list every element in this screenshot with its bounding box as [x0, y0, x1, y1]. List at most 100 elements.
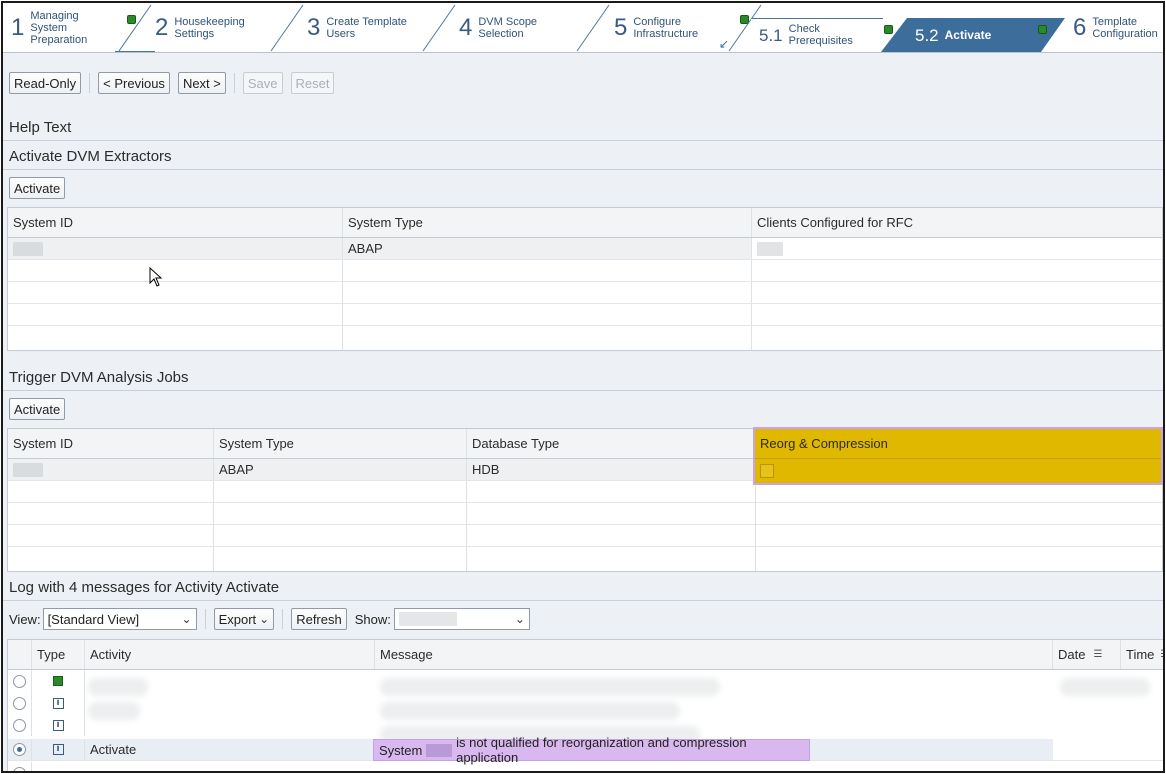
redacted-system-id	[426, 743, 453, 757]
row-selector[interactable]	[8, 714, 32, 736]
step-number: 1	[11, 13, 25, 41]
row-selector[interactable]	[8, 762, 32, 771]
step-label: Create Template Users	[326, 15, 407, 40]
type-cell: i	[32, 714, 85, 736]
step-label: Housekeeping Settings	[174, 15, 245, 40]
view-select[interactable]: [Standard View] ⌄	[42, 608, 197, 630]
column-header-system-id[interactable]: System ID	[8, 429, 214, 458]
column-header-message[interactable]: Message	[375, 640, 1053, 669]
column-header-system-type[interactable]: System Type	[343, 208, 752, 237]
step-number: 2	[155, 13, 169, 41]
activity-cell: Activate	[85, 739, 375, 760]
empty-cell	[343, 326, 752, 350]
date-label: Date	[1058, 647, 1086, 662]
row-selector[interactable]	[8, 692, 32, 714]
table-row[interactable]	[8, 525, 1162, 547]
column-header-activity[interactable]: Activity	[85, 640, 375, 669]
toolbar-separator	[282, 609, 284, 629]
table-row[interactable]	[8, 304, 1162, 326]
empty-cell	[8, 304, 343, 325]
row-radio[interactable]	[13, 718, 26, 732]
column-header-database-type[interactable]: Database Type	[467, 429, 756, 458]
blurred-datetime	[1060, 674, 1160, 714]
refresh-button[interactable]: Refresh	[291, 608, 347, 630]
extractors-table: System ID System Type Clients Configured…	[7, 207, 1163, 351]
show-select[interactable]: ⌄	[393, 608, 530, 630]
step-label: DVM Scope Selection	[478, 15, 538, 40]
step-number: 3	[307, 13, 321, 41]
message-highlight: System is not qualified for reorganizati…	[373, 735, 810, 765]
analysis-activate-button[interactable]: Activate	[9, 398, 66, 420]
row-radio[interactable]	[13, 696, 26, 710]
reset-button[interactable]: Reset	[290, 72, 335, 94]
type-cell: i	[32, 739, 85, 760]
info-icon: i	[52, 744, 64, 755]
redacted-value	[398, 612, 457, 626]
step-label: Activate	[944, 28, 992, 42]
view-select-value: [Standard View]	[47, 611, 140, 627]
table-row[interactable]	[8, 326, 1162, 350]
empty-cell	[8, 282, 343, 303]
column-header-reorg-compression[interactable]: Reorg & Compression	[755, 429, 1161, 459]
system-id-cell	[8, 238, 343, 259]
row-radio-selected[interactable]	[13, 743, 26, 756]
type-cell	[32, 670, 85, 692]
step-label: Template Configuration	[1092, 15, 1158, 40]
toolbar-separator	[233, 73, 235, 93]
row-radio[interactable]	[13, 766, 26, 771]
column-header-date[interactable]: Date ☰	[1053, 640, 1121, 669]
step-label: Managing System Preparation	[30, 9, 88, 46]
empty-cell	[214, 547, 467, 571]
message-suffix: is not qualified for reorganization and …	[456, 735, 747, 765]
roadmap: 1 Managing System Preparation 2 Housekee…	[3, 3, 1163, 53]
chevron-down-icon: ⌄	[514, 612, 525, 626]
column-header-system-id[interactable]: System ID	[8, 208, 343, 237]
section-divider	[3, 140, 1163, 141]
step-number: 6	[1073, 13, 1087, 41]
reorg-compression-highlight: Reorg & Compression	[753, 427, 1163, 485]
mouse-cursor-icon	[149, 266, 163, 290]
column-header-system-type[interactable]: System Type	[214, 429, 467, 458]
row-selector[interactable]	[8, 739, 32, 760]
analysis-title: Trigger DVM Analysis Jobs	[9, 369, 189, 386]
row-selector[interactable]	[8, 670, 32, 692]
save-button[interactable]: Save	[242, 72, 283, 94]
empty-cell	[343, 282, 752, 303]
extractors-activate-button[interactable]: Activate	[9, 177, 66, 199]
blurred-messages	[380, 674, 740, 744]
status-complete-icon	[1038, 25, 1047, 34]
help-text-title[interactable]: Help Text	[9, 119, 71, 136]
filter-icon[interactable]: ☰	[1160, 649, 1163, 660]
empty-cell	[467, 481, 756, 502]
next-button[interactable]: Next >	[177, 72, 226, 94]
read-only-button[interactable]: Read-Only	[9, 72, 82, 94]
export-button[interactable]: Export ⌄	[213, 608, 275, 630]
toolbar-separator	[204, 609, 206, 629]
previous-button[interactable]: < Previous	[98, 72, 170, 94]
table-header: Type Activity Message Date ☰ Time ☰	[8, 640, 1163, 670]
database-type-cell: HDB	[467, 459, 756, 480]
table-row[interactable]	[8, 547, 1162, 571]
type-cell: i	[32, 692, 85, 714]
reorg-compression-checkbox[interactable]	[760, 464, 774, 478]
table-row[interactable]	[8, 282, 1162, 304]
info-icon: i	[52, 719, 64, 731]
table-row[interactable]: ABAP	[8, 238, 1162, 260]
empty-cell	[8, 326, 343, 350]
filter-icon[interactable]: ☰	[1093, 649, 1102, 660]
roadmap-step-5-2[interactable]: 5.2 Activate	[907, 18, 1037, 52]
empty-cell	[214, 525, 467, 546]
empty-cell	[214, 503, 467, 524]
roadmap-step-5-1[interactable]: 5.1 Check Prerequisites	[751, 18, 883, 52]
table-row[interactable]	[8, 260, 1162, 282]
column-header-type[interactable]: Type	[32, 640, 85, 669]
column-header-time[interactable]: Time ☰	[1121, 640, 1163, 669]
roadmap-step-6[interactable]: 6 Template Configuration	[1065, 3, 1163, 52]
empty-cell	[8, 481, 214, 502]
empty-cell	[343, 304, 752, 325]
roadmap-step-5[interactable]: 5 Configure Infrastructure	[606, 3, 736, 52]
column-header-clients-rfc[interactable]: Clients Configured for RFC	[752, 208, 1162, 237]
row-radio[interactable]	[13, 674, 26, 688]
table-row[interactable]	[8, 503, 1162, 525]
info-icon: i	[52, 697, 64, 709]
